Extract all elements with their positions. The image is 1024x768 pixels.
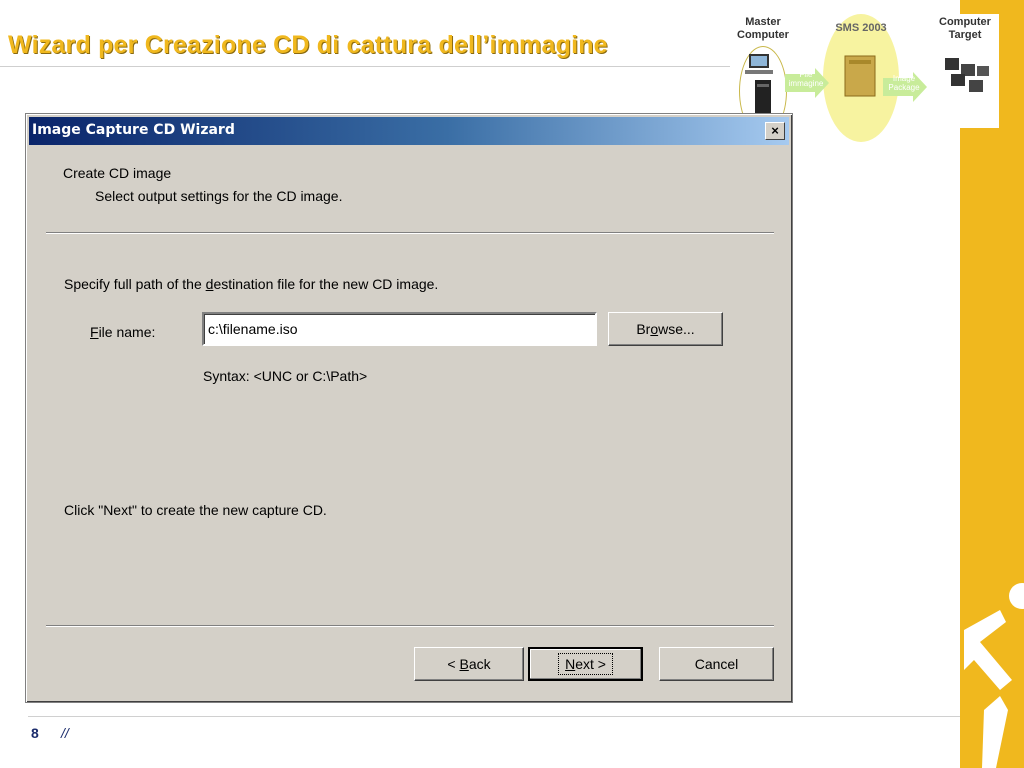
computer-target-label: Computer Target [939,16,991,41]
dialog-title: Image Capture CD Wizard [32,122,235,138]
runner-logo-icon [964,583,1024,768]
back-access-key: B [459,656,469,672]
footer-divider [28,716,960,717]
sms-server-icon [844,55,876,97]
instruction-text-before: Specify full path of the [64,276,206,292]
arrow-file-image-label: File immagine [788,70,824,88]
next-access-key: N [565,656,576,672]
browse-button[interactable]: Browse... [608,312,723,346]
dialog-titlebar[interactable]: Image Capture CD Wizard × [29,117,789,145]
next-label-post: ext > [575,656,606,672]
footer-mark: // [61,725,69,741]
next-step-hint: Click "Next" to create the new capture C… [64,502,327,518]
slide-title: Wizard per Creazione CD di cattura dell’… [8,31,608,59]
next-button[interactable]: Next > [528,647,643,681]
master-computer-icon [745,54,773,118]
browse-label-post: wse... [658,321,695,337]
file-name-input[interactable] [202,312,597,346]
close-button[interactable]: × [765,122,785,140]
master-computer-label: Master Computer [737,16,789,41]
path-syntax-hint: Syntax: <UNC or C:\Path> [203,368,368,384]
title-divider [0,66,730,67]
footer-separator [46,625,774,627]
file-name-label-text: ile name: [98,324,156,340]
wizard-step-title: Create CD image [63,165,172,181]
back-label: < Back [447,656,490,672]
back-label-pre: < [447,656,460,672]
cancel-button[interactable]: Cancel [659,647,774,681]
next-label: Next > [558,653,613,675]
browse-access-key: o [650,321,659,337]
browse-label-pre: Br [636,321,651,337]
back-button[interactable]: < Back [414,647,524,681]
wizard-step-subtitle: Select output settings for the CD image. [95,188,343,204]
instruction-text-after: estination file for the new CD image. [213,276,439,292]
target-computers-icon [945,58,989,92]
image-capture-wizard-dialog: Image Capture CD Wizard × Create CD imag… [25,113,793,703]
browse-label: Browse... [636,321,694,337]
destination-instruction: Specify full path of the destination fil… [64,276,438,292]
header-separator [46,232,774,234]
back-label-post: ack [468,656,491,672]
file-name-access-key: F [90,324,99,340]
close-icon: × [771,123,779,138]
page-number: 8 [31,725,39,741]
arrow-image-package-label: Image Package [888,74,920,92]
sms-label: SMS 2003 [835,22,887,34]
file-name-label: File name: [90,324,155,340]
